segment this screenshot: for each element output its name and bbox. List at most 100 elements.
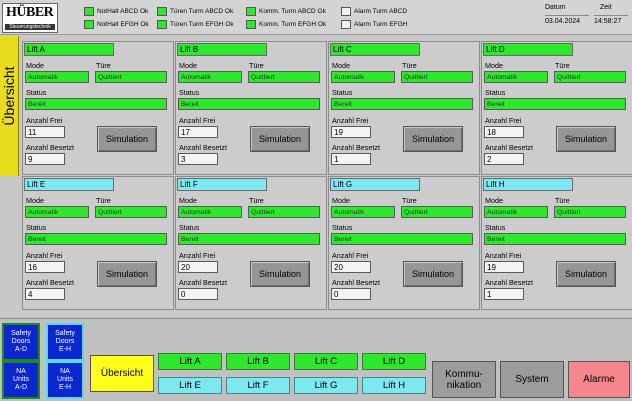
mode-label: Mode	[332, 61, 350, 70]
door-label: Türe	[96, 196, 111, 205]
signal-alarm-efgh: Alarm Turm EFGH	[341, 19, 407, 29]
na-units-ad-button[interactable]: NA Units A-D	[2, 361, 40, 399]
occupied-count-label: Anzahl Besetzt	[485, 278, 533, 287]
signal-label: Komm. Turm ABCD Ok	[259, 7, 326, 15]
signal-column-4: Alarm Turm ABCD Alarm Turm EFGH	[341, 6, 407, 32]
mode-field: Automatik	[178, 71, 242, 83]
occupied-count-label: Anzahl Besetzt	[179, 278, 227, 287]
logo-subtitle: Steuerungstechnik	[5, 24, 55, 30]
status-led-icon	[246, 19, 256, 29]
status-label: Status	[26, 88, 47, 97]
door-field: Quittiert	[95, 206, 167, 218]
occupied-count-field: 1	[484, 288, 524, 300]
door-field: Quittiert	[401, 71, 473, 83]
mode-label: Mode	[485, 61, 503, 70]
lift-a-button[interactable]: Lift A	[158, 353, 222, 370]
mode-label: Mode	[26, 61, 44, 70]
free-count-field: 19	[484, 261, 524, 273]
system-button[interactable]: System	[500, 361, 564, 398]
simulation-button[interactable]: Simulation	[250, 261, 310, 287]
free-count-field: 16	[25, 261, 65, 273]
door-label: Türe	[96, 61, 111, 70]
mode-label: Mode	[179, 61, 197, 70]
status-label: Status	[485, 223, 506, 232]
door-field: Quittiert	[248, 206, 320, 218]
header-bar: HÜBER Steuerungstechnik NotHalt ABCD Ok …	[0, 0, 632, 35]
simulation-button[interactable]: Simulation	[556, 261, 616, 287]
signal-tueren-abcd: Türen Turm ABCD Ok	[157, 6, 234, 16]
door-label: Türe	[555, 196, 570, 205]
mode-label: Mode	[485, 196, 503, 205]
door-label: Türe	[402, 196, 417, 205]
lift-title: Lift C	[330, 43, 420, 56]
simulation-button[interactable]: Simulation	[250, 126, 310, 152]
simulation-button[interactable]: Simulation	[97, 126, 157, 152]
mode-label: Mode	[179, 196, 197, 205]
overview-button[interactable]: Übersicht	[90, 355, 154, 392]
lift-e-button[interactable]: Lift E	[158, 377, 222, 394]
communication-button[interactable]: Kommu- nikation	[432, 361, 496, 398]
simulation-button[interactable]: Simulation	[556, 126, 616, 152]
safety-doors-ad-button[interactable]: Safety Doors A-D	[2, 323, 40, 361]
status-field: Bereit	[484, 233, 626, 245]
lift-d-button[interactable]: Lift D	[362, 353, 426, 370]
date-value: 03.04.2024	[545, 15, 589, 25]
status-led-icon	[84, 19, 94, 29]
signal-komm-abcd: Komm. Turm ABCD Ok	[246, 6, 326, 16]
door-label: Türe	[249, 61, 264, 70]
na-units-eh-button[interactable]: NA Units E-H	[46, 361, 84, 399]
status-field: Bereit	[178, 98, 320, 110]
lift-panel: Lift H Mode Türe Automatik Quittiert Sta…	[481, 176, 632, 310]
free-count-label: Anzahl Frei	[332, 251, 369, 260]
alarms-button[interactable]: Alarme	[568, 361, 630, 398]
status-led-icon	[246, 6, 256, 16]
free-count-label: Anzahl Frei	[26, 116, 63, 125]
signal-column-2: Türen Turm ABCD Ok Türen Turm EFGH Ok	[157, 6, 234, 32]
occupied-count-field: 3	[178, 153, 218, 165]
status-field: Bereit	[484, 98, 626, 110]
door-field: Quittiert	[248, 71, 320, 83]
occupied-count-label: Anzahl Besetzt	[179, 143, 227, 152]
free-count-field: 20	[331, 261, 371, 273]
signal-nothalt-efgh: NotHalt EFGH Ok	[84, 19, 149, 29]
status-led-icon	[341, 19, 351, 29]
door-field: Quittiert	[554, 206, 626, 218]
mode-field: Automatik	[484, 71, 548, 83]
signal-label: Türen Turm EFGH Ok	[170, 20, 234, 28]
free-count-field: 20	[178, 261, 218, 273]
lift-c-button[interactable]: Lift C	[294, 353, 358, 370]
simulation-button[interactable]: Simulation	[97, 261, 157, 287]
status-field: Bereit	[331, 98, 473, 110]
occupied-count-field: 2	[484, 153, 524, 165]
lift-title: Lift E	[24, 178, 114, 191]
lift-h-button[interactable]: Lift H	[362, 377, 426, 394]
lift-f-button[interactable]: Lift F	[226, 377, 290, 394]
lift-g-button[interactable]: Lift G	[294, 377, 358, 394]
lift-panel: Lift F Mode Türe Automatik Quittiert Sta…	[175, 176, 327, 310]
lift-title: Lift H	[483, 178, 573, 191]
status-label: Status	[332, 88, 353, 97]
lift-title: Lift D	[483, 43, 573, 56]
occupied-count-label: Anzahl Besetzt	[26, 278, 74, 287]
lift-panel: Lift B Mode Türe Automatik Quittiert Sta…	[175, 41, 327, 175]
mode-field: Automatik	[331, 71, 395, 83]
simulation-button[interactable]: Simulation	[403, 126, 463, 152]
lift-panel: Lift E Mode Türe Automatik Quittiert Sta…	[22, 176, 174, 310]
mode-label: Mode	[26, 196, 44, 205]
mode-field: Automatik	[25, 71, 89, 83]
signal-label: NotHalt EFGH Ok	[97, 20, 149, 28]
overview-side-tab[interactable]: Übersicht	[0, 36, 19, 176]
status-led-icon	[84, 6, 94, 16]
occupied-count-field: 0	[331, 288, 371, 300]
free-count-field: 17	[178, 126, 218, 138]
status-led-icon	[157, 19, 167, 29]
door-label: Türe	[402, 61, 417, 70]
lift-panel: Lift D Mode Türe Automatik Quittiert Sta…	[481, 41, 632, 175]
safety-doors-eh-button[interactable]: Safety Doors E-H	[46, 323, 84, 361]
lift-b-button[interactable]: Lift B	[226, 353, 290, 370]
mode-field: Automatik	[484, 206, 548, 218]
status-label: Status	[179, 88, 200, 97]
date-label: Datum	[545, 4, 566, 11]
simulation-button[interactable]: Simulation	[403, 261, 463, 287]
mode-field: Automatik	[178, 206, 242, 218]
